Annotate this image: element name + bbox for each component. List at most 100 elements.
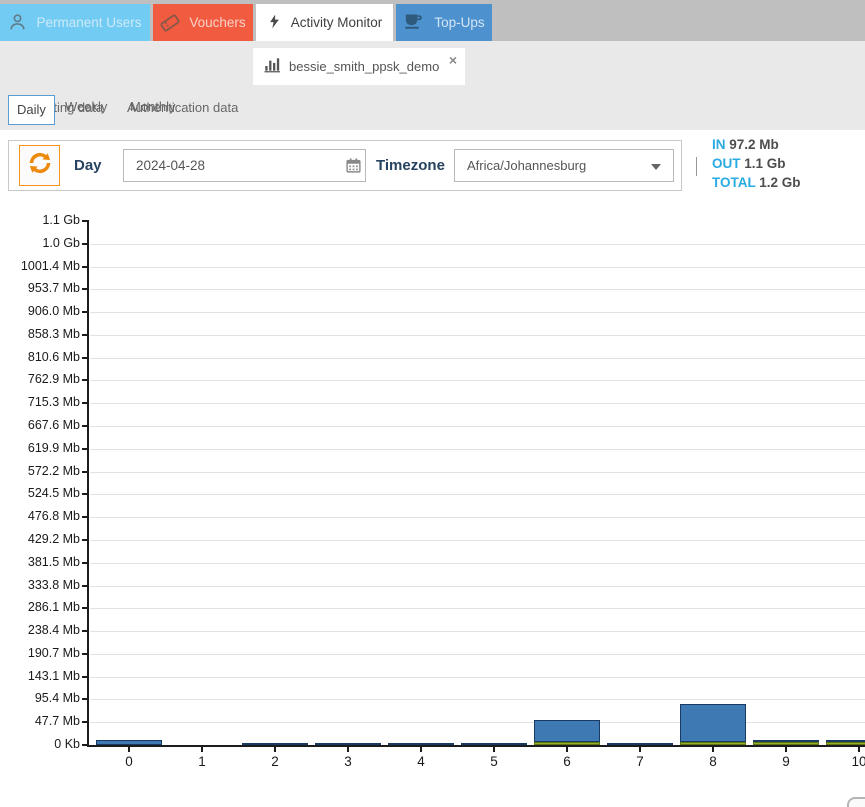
stat-total-value: 1.2 Gb — [759, 175, 800, 190]
gridline — [90, 563, 865, 564]
x-axis-line — [87, 745, 865, 747]
gridline — [90, 677, 865, 678]
bar-in-hour-9[interactable] — [753, 742, 819, 745]
y-axis-label: 1.1 Gb — [0, 213, 80, 227]
y-axis-tick — [82, 721, 89, 723]
gridline — [90, 699, 865, 700]
gridline — [90, 631, 865, 632]
y-axis-tick — [82, 676, 89, 678]
x-axis-label: 4 — [401, 754, 441, 769]
stats-separator — [696, 157, 697, 176]
stat-total-label: TOTAL — [712, 175, 756, 190]
y-axis-label: 715.3 Mb — [0, 395, 80, 409]
x-axis-label: 10 — [839, 754, 865, 769]
calendar-icon[interactable] — [345, 157, 362, 179]
chart-controls-toolbar: Day Timezone Africa/Johannesburg — [8, 140, 682, 191]
y-axis-tick — [82, 516, 89, 518]
y-axis-tick — [82, 653, 89, 655]
y-axis-line — [87, 221, 89, 747]
bar-out-hour-5[interactable] — [461, 743, 527, 745]
gridline — [90, 722, 865, 723]
y-axis-tick — [82, 493, 89, 495]
tab-top-ups[interactable]: Top-Ups — [396, 4, 492, 41]
tab-bessie-smith-ppsk-demo[interactable]: bessie_smith_ppsk_demo × — [253, 48, 465, 85]
stat-in-value: 97.2 Mb — [729, 137, 779, 152]
close-icon[interactable]: × — [445, 50, 461, 70]
tab-label: Top-Ups — [434, 15, 484, 30]
timezone-select[interactable]: Africa/Johannesburg — [454, 149, 674, 182]
gridline — [90, 289, 865, 290]
gridline — [90, 244, 865, 245]
y-axis-label: 1.0 Gb — [0, 236, 80, 250]
refresh-button[interactable] — [19, 145, 60, 186]
bar-chart-icon — [263, 56, 283, 78]
bar-out-hour-3[interactable] — [315, 743, 381, 745]
bar-out-hour-10[interactable] — [826, 740, 865, 742]
main-tab-bar: Permanent Users Vouchers Activity Monito… — [0, 0, 865, 41]
y-axis-tick — [82, 630, 89, 632]
date-input[interactable] — [123, 149, 366, 182]
bar-in-hour-10[interactable] — [826, 742, 865, 745]
gridline — [90, 586, 865, 587]
bar-out-hour-0[interactable] — [96, 740, 162, 745]
y-axis-label: 1001.4 Mb — [0, 259, 80, 273]
bar-out-hour-4[interactable] — [388, 743, 454, 745]
y-axis-label: 524.5 Mb — [0, 486, 80, 500]
y-axis-label: 381.5 Mb — [0, 555, 80, 569]
x-axis-tick — [274, 747, 276, 752]
tab-daily[interactable]: Daily — [8, 95, 55, 125]
y-axis-label: 810.6 Mb — [0, 350, 80, 364]
traffic-stats: IN 97.2 Mb OUT 1.1 Gb TOTAL 1.2 Gb — [712, 137, 801, 194]
tab-vouchers[interactable]: Vouchers — [153, 4, 253, 41]
y-axis-label: 476.8 Mb — [0, 509, 80, 523]
y-axis-label: 286.1 Mb — [0, 600, 80, 614]
y-axis-label: 762.9 Mb — [0, 372, 80, 386]
y-axis-label: 238.4 Mb — [0, 623, 80, 637]
x-axis-label: 8 — [693, 754, 733, 769]
x-axis-label: 6 — [547, 754, 587, 769]
tab-label: Vouchers — [189, 15, 245, 30]
tab-weekly[interactable]: Weekly — [65, 99, 107, 114]
x-axis-tick — [420, 747, 422, 752]
x-axis-tick — [128, 747, 130, 752]
y-axis-tick — [82, 425, 89, 427]
bar-in-hour-8[interactable] — [680, 742, 746, 745]
gridline — [90, 494, 865, 495]
tab-monthly[interactable]: Monthly — [130, 99, 176, 114]
bar-in-hour-6[interactable] — [534, 742, 600, 745]
gridline — [90, 517, 865, 518]
x-axis-tick — [347, 747, 349, 752]
x-axis-label: 3 — [328, 754, 368, 769]
y-axis-tick — [82, 243, 89, 245]
y-axis-tick — [82, 607, 89, 609]
y-axis-tick — [82, 698, 89, 700]
y-axis-label: 0 Kb — [0, 737, 80, 751]
gridline — [90, 267, 865, 268]
tab-permanent-users[interactable]: Permanent Users — [0, 4, 150, 41]
bar-out-hour-7[interactable] — [607, 743, 673, 745]
bar-out-hour-2[interactable] — [242, 743, 308, 745]
x-axis-tick — [201, 747, 203, 752]
stat-in-label: IN — [712, 137, 726, 152]
x-axis-tick — [566, 747, 568, 752]
y-axis-tick — [82, 288, 89, 290]
bar-out-hour-9[interactable] — [753, 740, 819, 742]
y-axis-tick — [82, 539, 89, 541]
x-axis-tick — [639, 747, 641, 752]
user-icon — [8, 12, 27, 34]
y-axis-tick — [82, 220, 89, 222]
y-axis-tick — [82, 379, 89, 381]
gridline — [90, 654, 865, 655]
stat-out-value: 1.1 Gb — [744, 156, 785, 171]
stat-out: OUT 1.1 Gb — [712, 156, 801, 171]
x-axis-label: 2 — [255, 754, 295, 769]
y-axis-tick — [82, 562, 89, 564]
chevron-down-icon — [651, 164, 661, 170]
bar-out-hour-8[interactable] — [680, 704, 746, 742]
stat-out-label: OUT — [712, 156, 741, 171]
x-axis-tick — [858, 747, 860, 752]
corner-widget-partial[interactable] — [847, 797, 865, 807]
y-axis-tick — [82, 266, 89, 268]
bar-out-hour-6[interactable] — [534, 720, 600, 742]
tab-activity-monitor[interactable]: Activity Monitor — [256, 4, 393, 41]
